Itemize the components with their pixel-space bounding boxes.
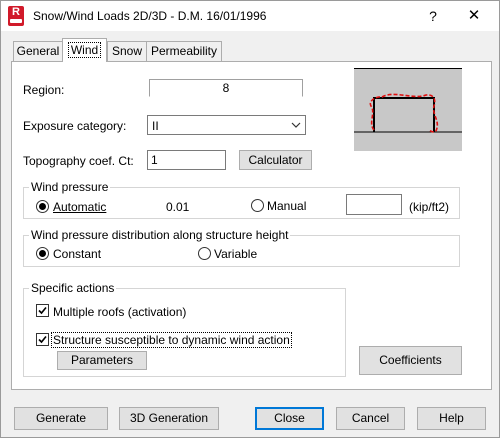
manual-radio[interactable] <box>251 199 264 212</box>
auto-pressure-value: 0.01 <box>166 200 190 214</box>
dynamic-wind-label: Structure susceptible to dynamic wind ac… <box>51 332 292 348</box>
wind-pressure-title: Wind pressure <box>29 180 111 194</box>
chevron-down-icon <box>291 117 301 136</box>
variable-label: Variable <box>214 247 258 261</box>
multiple-roofs-checkbox[interactable] <box>36 304 49 317</box>
constant-radio[interactable] <box>36 247 49 260</box>
exposure-dropdown[interactable]: II <box>147 115 306 135</box>
manual-label: Manual <box>267 199 307 213</box>
exposure-label: Exposure category: <box>23 119 127 133</box>
checkmark-icon <box>38 306 47 315</box>
multiple-roofs-label: Multiple roofs (activation) <box>53 305 187 319</box>
variable-radio[interactable] <box>198 247 211 260</box>
region-label: Region: <box>23 83 65 97</box>
dialog-window: R Snow/Wind Loads 2D/3D - D.M. 16/01/199… <box>0 0 500 438</box>
pressure-unit: (kip/ft2) <box>409 200 450 214</box>
manual-pressure-input[interactable] <box>346 194 402 215</box>
structure-preview <box>354 68 462 151</box>
topo-label: Topography coef. Ct: <box>23 154 134 168</box>
dynamic-wind-checkbox[interactable] <box>36 333 49 346</box>
panel-content: Region: 8 Exposure category: II Topograp… <box>1 1 500 438</box>
frame-diagram-icon <box>354 68 462 133</box>
topo-coef-input[interactable] <box>147 150 226 170</box>
automatic-label: Automatic <box>53 200 107 214</box>
deformed-shape <box>369 93 439 133</box>
parameters-button[interactable]: Parameters <box>57 351 147 370</box>
checkmark-icon <box>38 335 47 344</box>
distribution-title: Wind pressure distribution along structu… <box>29 228 291 242</box>
automatic-radio[interactable] <box>36 200 49 213</box>
constant-label: Constant <box>53 247 102 261</box>
region-value: 8 <box>149 79 303 97</box>
coefficients-button[interactable]: Coefficients <box>359 346 462 375</box>
calculator-button[interactable]: Calculator <box>239 150 312 170</box>
exposure-value: II <box>152 119 159 133</box>
specific-actions-title: Specific actions <box>29 281 117 295</box>
